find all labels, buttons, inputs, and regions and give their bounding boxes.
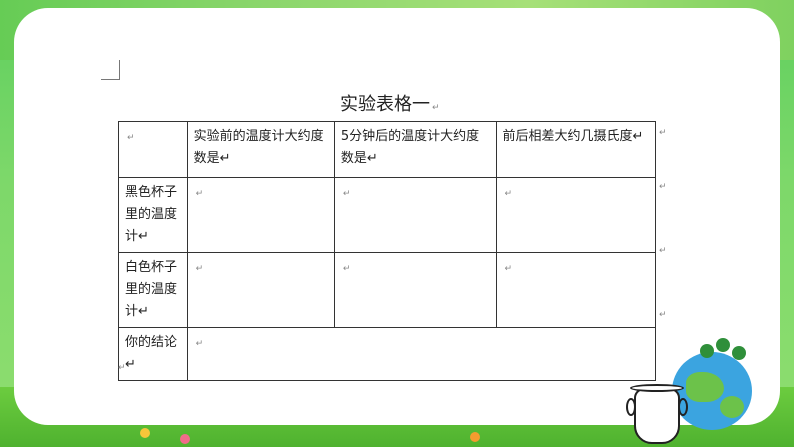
row-label-cell[interactable]: 你的结论↵: [118, 327, 188, 381]
row-end-mark: ↵: [659, 182, 667, 192]
conclusion-cell[interactable]: ↵: [186, 327, 657, 381]
table-row: 黑色杯子里的温度计↵ ↵ ↵ ↵: [118, 177, 657, 253]
paragraph-end-mark: ↵: [118, 363, 126, 373]
table-cell[interactable]: ↵: [186, 252, 335, 328]
tree-icon: [716, 338, 730, 352]
page-corner-mark: [101, 60, 120, 80]
table-cell[interactable]: ↵: [333, 252, 497, 328]
flower-decoration: [140, 428, 150, 438]
table-header-cell[interactable]: 5分钟后的温度计大约度数是↵: [333, 121, 497, 178]
page-title: 实验表格一 ↵: [340, 94, 440, 115]
table-row: 你的结论↵ ↵: [118, 327, 657, 381]
table-cell[interactable]: ↵: [495, 252, 657, 328]
tree-icon: [732, 346, 746, 360]
globe-with-trees-icon: [672, 352, 752, 430]
table-header-cell[interactable]: 前后相差大约几摄氏度↵: [495, 121, 657, 178]
tree-icon: [700, 344, 714, 358]
jar-rim: [630, 384, 684, 392]
table-row: 白色杯子里的温度计↵ ↵ ↵ ↵: [118, 252, 657, 328]
row-label-cell[interactable]: 黑色杯子里的温度计↵: [118, 177, 188, 253]
experiment-table: ↵ 实验前的温度计大约度数是↵ 5分钟后的温度计大约度数是↵ 前后相差大约几摄氏…: [118, 121, 657, 381]
row-end-mark: ↵: [659, 128, 667, 138]
flower-decoration: [180, 434, 190, 444]
table-cell[interactable]: ↵: [333, 177, 497, 253]
table-header-row: ↵ 实验前的温度计大约度数是↵ 5分钟后的温度计大约度数是↵ 前后相差大约几摄氏…: [118, 121, 657, 178]
row-end-mark: ↵: [659, 246, 667, 256]
table-header-cell[interactable]: 实验前的温度计大约度数是↵: [186, 121, 335, 178]
row-end-mark: ↵: [659, 310, 667, 320]
row-label-cell[interactable]: 白色杯子里的温度计↵: [118, 252, 188, 328]
table-cell[interactable]: ↵: [186, 177, 335, 253]
table-cell[interactable]: ↵: [495, 177, 657, 253]
jar-icon: [634, 388, 680, 444]
flower-decoration: [470, 432, 480, 442]
table-header-cell[interactable]: ↵: [118, 121, 188, 178]
